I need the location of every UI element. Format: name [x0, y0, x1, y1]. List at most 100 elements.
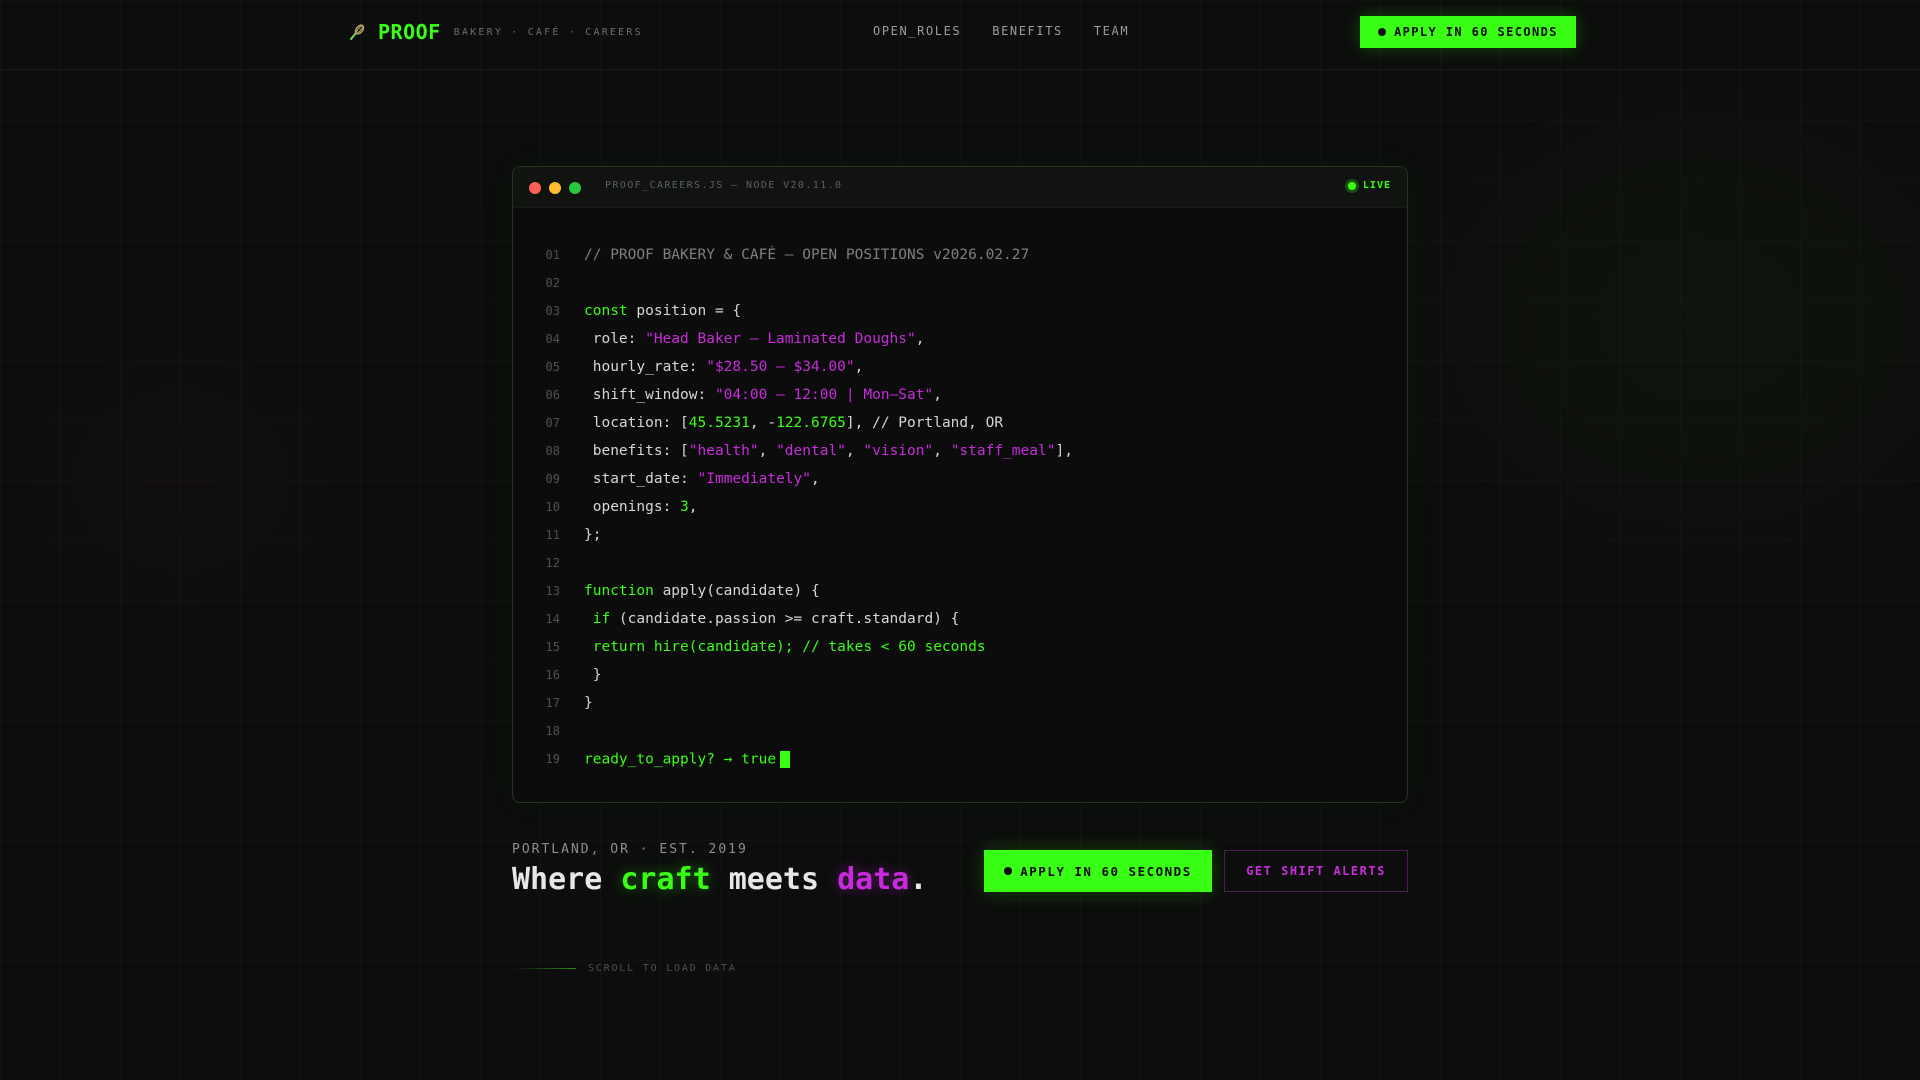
code-token: role: [584, 331, 646, 347]
code-token: 3 [680, 499, 689, 515]
code-token: "04:00 – 12:00 | Mon–Sat" [714, 387, 934, 403]
code-line: 14 if (candidate.passion >= craft.standa… [513, 605, 1407, 633]
nav-link-benefits[interactable]: BENEFITS [992, 24, 1063, 38]
code-text: } [584, 695, 593, 711]
code-token: start_date: [584, 471, 698, 487]
code-line: 09 start_date: "Immediately", [513, 465, 1407, 493]
minimize-window-dot[interactable] [549, 182, 561, 194]
line-number: 18 [545, 724, 560, 738]
code-line: 06 shift_window: "04:00 – 12:00 | Mon–Sa… [513, 381, 1407, 409]
code-text: // PROOF BAKERY & CAFÉ — OPEN POSITIONS … [584, 247, 1029, 263]
line-number: 11 [545, 528, 560, 542]
line-number: 17 [545, 696, 560, 710]
nav-link-team[interactable]: TEAM [1094, 24, 1129, 38]
code-token: hourly_rate: [584, 359, 707, 375]
code-token: , [915, 331, 925, 347]
line-number: 03 [545, 304, 560, 318]
nav-apply-button[interactable]: APPLY IN 60 SECONDS [1360, 16, 1576, 48]
code-token: "dental" [776, 443, 846, 459]
code-token: } [584, 695, 593, 711]
code-text: function apply(candidate) { [584, 583, 820, 599]
code-token: "Head Baker — Laminated Doughs" [645, 331, 916, 347]
code-token: shift_window: [584, 387, 715, 403]
code-token: , [854, 359, 864, 375]
code-line: 05 hourly_rate: "$28.50 – $34.00", [513, 353, 1407, 381]
shift-alerts-label: GET SHIFT ALERTS [1246, 864, 1386, 878]
code-token: openings: [584, 499, 681, 515]
code-token: ], [1055, 443, 1073, 459]
line-number: 02 [545, 276, 560, 290]
headline-part: meets [710, 862, 838, 897]
line-number: 08 [545, 444, 560, 458]
brand[interactable]: PROOF BAKERY · CAFÉ · CAREERS [348, 19, 643, 45]
line-number: 16 [545, 668, 560, 682]
close-window-dot[interactable] [529, 182, 541, 194]
code-line: 02 [513, 269, 1407, 297]
code-token: , - [749, 415, 777, 431]
code-token: , [845, 443, 864, 459]
code-token: , [933, 443, 951, 459]
code-line: 07 location: [45.5231, -122.6765], // Po… [513, 409, 1407, 437]
maximize-window-dot[interactable] [569, 182, 581, 194]
hero-headline: Where craft meets data. [512, 862, 927, 897]
code-token: location: [ [584, 415, 689, 431]
code-token: "health" [688, 443, 759, 459]
code-text: }; [584, 527, 601, 543]
live-indicator-icon [1347, 181, 1356, 190]
location-eyebrow: PORTLAND, OR · EST. 2019 [512, 842, 748, 857]
code-token: 45.5231 [688, 415, 750, 431]
code-token: const [584, 303, 628, 319]
scroll-line-divider [512, 968, 576, 969]
code-token: } [584, 667, 602, 683]
code-token: , [758, 443, 777, 459]
code-line: 11}; [513, 521, 1407, 549]
nav-links: OPEN_ROLES BENEFITS TEAM [873, 24, 1160, 38]
code-text: const position = { [584, 303, 741, 319]
shift-alerts-button[interactable]: GET SHIFT ALERTS [1224, 850, 1408, 892]
nav-apply-label: APPLY IN 60 SECONDS [1394, 25, 1558, 39]
scroll-hint: SCROLL TO LOAD DATA [512, 963, 737, 974]
line-number: 15 [545, 640, 560, 654]
text-cursor [780, 750, 791, 768]
line-number: 01 [545, 248, 560, 262]
brand-name: PROOF [378, 20, 441, 44]
code-token: ready_to_apply? → true [584, 751, 777, 767]
code-token: , [933, 387, 942, 403]
whisk-icon [350, 24, 365, 40]
code-text: if (candidate.passion >= craft.standard)… [584, 611, 960, 627]
code-token: position = { [627, 303, 742, 319]
apply-button[interactable]: APPLY IN 60 SECONDS [984, 850, 1212, 892]
window-title: PROOF_CAREERS.JS — NODE V20.11.0 [605, 180, 843, 191]
apply-button-label: APPLY IN 60 SECONDS [1020, 863, 1192, 879]
dot-icon [1004, 867, 1013, 875]
live-status-badge: LIVE [1347, 180, 1391, 191]
scroll-hint-text: SCROLL TO LOAD DATA [588, 963, 737, 974]
code-token: 122.6765 [776, 415, 846, 431]
dot-icon [1378, 28, 1387, 36]
line-number: 04 [545, 332, 560, 346]
code-text: role: "Head Baker — Laminated Doughs", [584, 331, 925, 347]
code-window: PROOF_CAREERS.JS — NODE V20.11.0 LIVE 01… [512, 166, 1408, 803]
code-line: 08 benefits: ["health", "dental", "visio… [513, 437, 1407, 465]
code-block: 01 // PROOF BAKERY & CAFÉ — OPEN POSITION… [513, 241, 1407, 773]
nav-link-open-roles[interactable]: OPEN_ROLES [873, 24, 961, 38]
brand-tagline: BAKERY · CAFÉ · CAREERS [453, 26, 643, 38]
line-number: 10 [545, 500, 560, 514]
code-token: return hire(candidate); // takes < 60 se… [584, 639, 986, 655]
live-status-label: LIVE [1362, 180, 1391, 191]
code-line: 15 return hire(candidate); // takes < 60… [513, 633, 1407, 661]
code-text: openings: 3, [584, 499, 698, 515]
code-line: 10 openings: 3, [513, 493, 1407, 521]
code-line: 04 role: "Head Baker — Laminated Doughs"… [513, 325, 1407, 353]
headline-part: . [909, 862, 928, 897]
line-number: 07 [545, 416, 560, 430]
code-token: , [688, 499, 698, 515]
code-token: "$28.50 – $34.00" [706, 359, 855, 375]
code-line: 03 const position = { [513, 297, 1407, 325]
code-token: (candidate.passion >= craft.standard) { [610, 611, 960, 627]
line-number: 13 [545, 584, 560, 598]
code-token: , [811, 471, 820, 487]
code-text: benefits: ["health", "dental", "vision",… [584, 443, 1073, 459]
code-line: 18 [513, 717, 1407, 745]
code-token: benefits: [ [584, 443, 689, 459]
